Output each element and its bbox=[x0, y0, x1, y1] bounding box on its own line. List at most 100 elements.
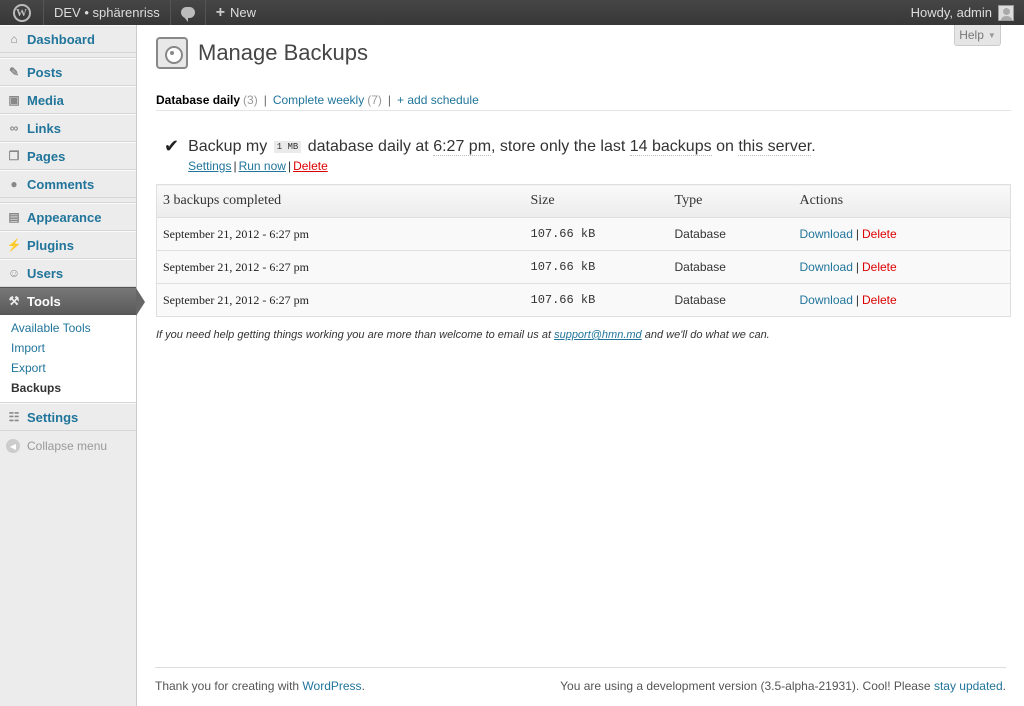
wordpress-link[interactable]: WordPress bbox=[302, 679, 361, 693]
menu-media[interactable]: ▣ Media bbox=[0, 86, 136, 114]
schedule-text: , store only the last bbox=[491, 138, 626, 156]
footer-left: Thank you for creating with WordPress. bbox=[155, 679, 365, 693]
link-icon: ∞ bbox=[9, 121, 19, 135]
download-link[interactable]: Download bbox=[800, 293, 853, 307]
submenu-export[interactable]: Export bbox=[0, 358, 136, 378]
menu-links[interactable]: ∞ Links bbox=[0, 114, 136, 142]
account-menu[interactable]: Howdy, admin bbox=[901, 0, 1024, 25]
comments-link[interactable] bbox=[171, 0, 206, 25]
schedule-type: database bbox=[307, 138, 374, 156]
backup-actions: Download | Delete bbox=[793, 250, 1011, 284]
download-link[interactable]: Download bbox=[800, 260, 853, 274]
run-now-link[interactable]: Run now bbox=[239, 159, 286, 173]
checkmark-icon: ✔ bbox=[164, 136, 180, 156]
schedule-text: on bbox=[716, 138, 734, 156]
table-row: September 21, 2012 - 6:27 pm 107.66 kB D… bbox=[156, 217, 1011, 251]
column-header-date: 3 backups completed bbox=[156, 184, 525, 218]
backup-actions: Download | Delete bbox=[793, 217, 1011, 251]
menu-tools[interactable]: ⚒ Tools bbox=[0, 287, 145, 316]
admin-sidebar: ⌂ Dashboard ✎ Posts ▣ Media ∞ Links ❐ Pa… bbox=[0, 25, 145, 706]
backup-type: Database bbox=[668, 217, 794, 251]
delete-schedule-link[interactable]: Delete bbox=[293, 159, 328, 173]
footer-version-text: You are using a development version (3.5… bbox=[560, 679, 931, 693]
delete-link[interactable]: Delete bbox=[862, 293, 897, 307]
admin-bar: W DEV • sphärenriss + New Howdy, admin bbox=[0, 0, 1024, 25]
add-schedule-link[interactable]: + add schedule bbox=[397, 93, 479, 107]
backups-table: 3 backups completed Size Type Actions Se… bbox=[156, 184, 1011, 317]
delete-link[interactable]: Delete bbox=[862, 227, 897, 241]
collapse-label: Collapse menu bbox=[27, 439, 108, 453]
help-tab-button[interactable]: Help ▼ bbox=[954, 25, 1001, 46]
action-separator: | bbox=[233, 159, 237, 174]
collapse-menu-button[interactable]: ◀ Collapse menu bbox=[0, 431, 136, 453]
column-header-size: Size bbox=[524, 184, 669, 218]
backup-size: 107.66 kB bbox=[524, 217, 669, 251]
backup-icon bbox=[156, 37, 188, 69]
menu-label: Dashboard bbox=[27, 31, 95, 47]
backup-actions: Download | Delete bbox=[793, 283, 1011, 317]
settings-link[interactable]: Settings bbox=[188, 159, 231, 173]
menu-label: Tools bbox=[27, 293, 61, 309]
menu-users[interactable]: ☺ Users bbox=[0, 259, 136, 287]
menu-settings[interactable]: ☷ Settings bbox=[0, 403, 136, 431]
submenu-available-tools[interactable]: Available Tools bbox=[0, 318, 136, 338]
menu-comments[interactable]: ● Comments bbox=[0, 170, 136, 198]
tab-database-daily[interactable]: Database daily bbox=[156, 93, 240, 107]
footer-text: . bbox=[1002, 679, 1006, 693]
site-name-link[interactable]: DEV • sphärenriss bbox=[44, 0, 171, 25]
support-email-link[interactable]: support@hmn.md bbox=[554, 329, 642, 341]
tab-complete-weekly[interactable]: Complete weekly bbox=[273, 93, 364, 107]
menu-label: Posts bbox=[27, 64, 63, 80]
menu-posts[interactable]: ✎ Posts bbox=[0, 58, 136, 86]
action-separator: | bbox=[855, 293, 859, 307]
tools-submenu: Available Tools Import Export Backups bbox=[0, 315, 136, 403]
help-note: If you need help getting things working … bbox=[156, 329, 770, 341]
menu-plugins[interactable]: ⚡ Plugins bbox=[0, 231, 136, 259]
avatar bbox=[998, 4, 1014, 21]
pages-icon: ❐ bbox=[8, 149, 20, 163]
stay-updated-link[interactable]: stay updated bbox=[934, 679, 1003, 693]
settings-icon: ☷ bbox=[8, 410, 20, 424]
appearance-icon: ▤ bbox=[8, 210, 20, 224]
wordpress-logo-menu[interactable]: W bbox=[0, 0, 44, 25]
schedule-destination: this server bbox=[738, 138, 812, 157]
backup-date: September 21, 2012 - 6:27 pm bbox=[156, 250, 525, 284]
footer-right: You are using a development version (3.5… bbox=[560, 679, 1006, 693]
pin-icon: ✎ bbox=[8, 65, 20, 79]
tools-icon: ⚒ bbox=[8, 294, 20, 308]
schedule-sentence: Backup my 1 MB database daily at 6:27 pm… bbox=[188, 137, 816, 157]
submenu-import[interactable]: Import bbox=[0, 338, 136, 358]
menu-label: Plugins bbox=[27, 237, 74, 253]
schedule-count: 14 backups bbox=[629, 138, 712, 157]
schedule-text: . bbox=[811, 138, 816, 156]
tab-count: (3) bbox=[243, 93, 258, 107]
table-row: September 21, 2012 - 6:27 pm 107.66 kB D… bbox=[156, 283, 1011, 317]
backup-size: 107.66 kB bbox=[524, 250, 669, 284]
backup-type: Database bbox=[668, 250, 794, 284]
new-content-menu[interactable]: + New bbox=[206, 0, 266, 25]
column-header-actions: Actions bbox=[793, 184, 1011, 218]
schedule-frequency: daily at bbox=[378, 138, 429, 156]
dashboard-icon: ⌂ bbox=[10, 32, 18, 46]
tab-count: (7) bbox=[367, 93, 382, 107]
new-label: New bbox=[230, 5, 257, 20]
backup-type: Database bbox=[668, 283, 794, 317]
comment-bubble-icon bbox=[180, 7, 195, 22]
users-icon: ☺ bbox=[7, 266, 21, 280]
action-separator: | bbox=[855, 260, 859, 274]
menu-label: Pages bbox=[27, 148, 66, 164]
submenu-backups[interactable]: Backups bbox=[0, 378, 136, 398]
menu-label: Appearance bbox=[27, 209, 102, 225]
menu-dashboard[interactable]: ⌂ Dashboard bbox=[0, 25, 136, 53]
backup-date: September 21, 2012 - 6:27 pm bbox=[156, 217, 525, 251]
main-content: Help ▼ Manage Backups Database daily (3)… bbox=[156, 25, 1011, 706]
page-title: Manage Backups bbox=[198, 40, 368, 65]
delete-link[interactable]: Delete bbox=[862, 260, 897, 274]
menu-pages[interactable]: ❐ Pages bbox=[0, 142, 136, 170]
help-note-text: If you need help getting things working … bbox=[156, 329, 552, 341]
download-link[interactable]: Download bbox=[800, 227, 853, 241]
schedule-actions: Settings | Run now | Delete bbox=[188, 159, 816, 173]
menu-label: Media bbox=[27, 92, 64, 108]
menu-appearance[interactable]: ▤ Appearance bbox=[0, 203, 136, 231]
chevron-down-icon: ▼ bbox=[987, 30, 996, 40]
